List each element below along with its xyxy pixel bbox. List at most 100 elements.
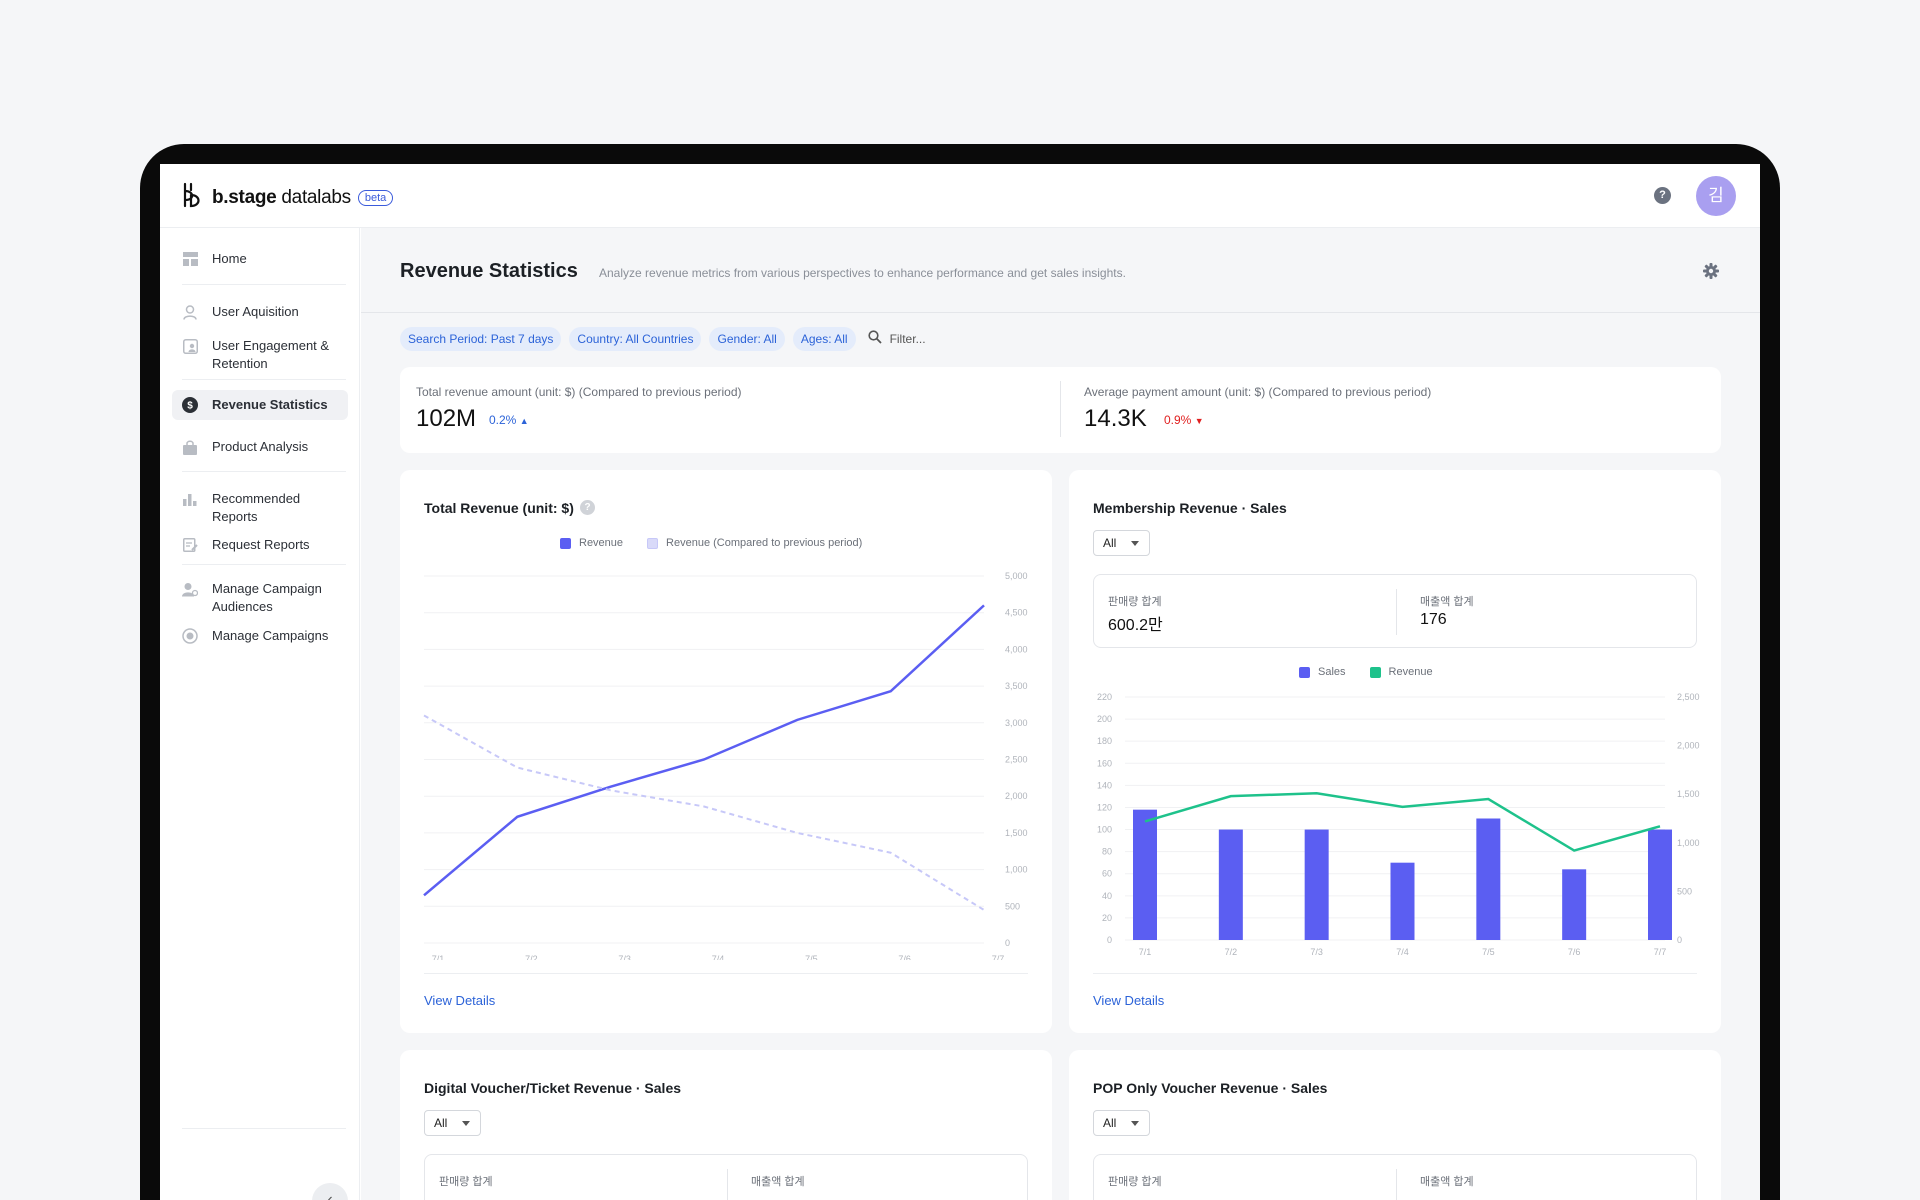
sidebar-item-label: Manage Campaign Audiences bbox=[212, 581, 322, 614]
avatar[interactable]: 김 bbox=[1696, 176, 1736, 216]
sales-bar bbox=[1562, 869, 1587, 940]
filter-bar: Search Period: Past 7 days Country: All … bbox=[400, 327, 926, 351]
left-y-tick-label: 120 bbox=[1097, 802, 1112, 812]
stat-divider bbox=[727, 1169, 728, 1200]
audience-icon bbox=[182, 581, 198, 597]
sidebar-item-user-engagement[interactable]: User Engagement & Retention bbox=[172, 331, 348, 379]
sales-bar bbox=[1304, 829, 1329, 940]
pop-filter-select[interactable]: All bbox=[1093, 1110, 1150, 1136]
filter-chip-ages[interactable]: Ages: All bbox=[792, 327, 856, 351]
sidebar-item-home[interactable]: Home bbox=[172, 244, 348, 274]
divider bbox=[182, 284, 346, 285]
filter-chip-country[interactable]: Country: All Countries bbox=[569, 327, 702, 351]
main-content: Revenue Statistics Analyze revenue metri… bbox=[361, 228, 1760, 1200]
x-tick-label: 7/6 bbox=[1568, 947, 1581, 957]
divider bbox=[182, 564, 346, 565]
membership-stats: 판매량 합계 600.2만 매출액 합계 176 bbox=[1093, 574, 1697, 648]
stat-label: 매출액 합계 bbox=[1420, 1176, 1474, 1188]
help-icon[interactable]: ? bbox=[1654, 187, 1671, 204]
page-title: Revenue Statistics bbox=[400, 260, 578, 282]
y-tick-label: 4,000 bbox=[1005, 644, 1028, 654]
x-tick-label: 7/4 bbox=[712, 954, 725, 960]
digital-stats: 판매량 합계 매출액 합계 bbox=[424, 1154, 1028, 1200]
target-icon bbox=[182, 628, 198, 644]
total-revenue-line-chart: 0 500 1,000 1,500 2,000 2,500 3,000 3,500 4,000 4… bbox=[423, 571, 1028, 960]
series-line-revenue bbox=[423, 604, 985, 897]
stat-value: 600.2만 bbox=[1108, 617, 1163, 634]
legend-item-revenue[interactable]: Revenue bbox=[1369, 666, 1433, 678]
collapse-sidebar-button[interactable]: ‹ bbox=[312, 1183, 348, 1200]
chevron-down-icon bbox=[1131, 541, 1139, 546]
divider bbox=[182, 471, 346, 472]
sidebar-item-user-aquisition[interactable]: User Aquisition bbox=[172, 297, 348, 327]
x-tick-label: 7/5 bbox=[1482, 947, 1495, 957]
right-y-tick-label: 0 bbox=[1677, 935, 1682, 945]
card-divider bbox=[424, 973, 1028, 974]
legend-item-revenue-compare[interactable]: Revenue (Compared to previous period) bbox=[647, 537, 862, 549]
stat-label: 매출액 합계 bbox=[1420, 596, 1474, 608]
x-tick-label: 7/6 bbox=[898, 954, 911, 960]
bag-icon bbox=[182, 439, 198, 455]
filter-chip-period[interactable]: Search Period: Past 7 days bbox=[400, 327, 562, 351]
y-tick-label: 3,500 bbox=[1005, 681, 1028, 691]
sidebar-item-recommended-reports[interactable]: Recommended Reports bbox=[172, 484, 348, 532]
pop-stats: 판매량 합계 매출액 합계 bbox=[1093, 1154, 1697, 1200]
total-revenue-card: Total Revenue (unit: $) ? Revenue Revenu… bbox=[400, 470, 1052, 1033]
left-y-tick-label: 200 bbox=[1097, 714, 1112, 724]
x-tick-label: 7/5 bbox=[805, 954, 818, 960]
sales-bar bbox=[1390, 862, 1415, 940]
stat-label: 매출액 합계 bbox=[751, 1176, 805, 1188]
logo[interactable]: b.stage datalabs beta bbox=[182, 182, 394, 213]
digital-filter-select[interactable]: All bbox=[424, 1110, 481, 1136]
sidebar-item-label: Manage Campaigns bbox=[212, 628, 329, 643]
sidebar-item-product-analysis[interactable]: Product Analysis bbox=[172, 432, 348, 462]
left-y-tick-label: 160 bbox=[1097, 758, 1112, 768]
stat-label: 판매량 합계 bbox=[1108, 1176, 1162, 1188]
sidebar-item-label: Home bbox=[212, 251, 247, 266]
chart-legend: Revenue Revenue (Compared to previous pe… bbox=[560, 537, 886, 549]
card-title: Digital Voucher/Ticket Revenue · Sales bbox=[424, 1080, 682, 1096]
x-tick-label: 7/2 bbox=[1225, 947, 1238, 957]
gear-icon[interactable] bbox=[1701, 261, 1721, 281]
kpi-total-delta: 0.2% ▲ bbox=[489, 413, 529, 427]
left-y-tick-label: 80 bbox=[1102, 847, 1112, 857]
sidebar-item-request-reports[interactable]: Request Reports bbox=[172, 530, 348, 560]
sidebar-item-manage-campaigns[interactable]: Manage Campaigns bbox=[172, 621, 348, 651]
right-y-tick-label: 2,000 bbox=[1677, 741, 1700, 751]
kpi-total-label: Total revenue amount (unit: $) (Compared… bbox=[416, 385, 742, 399]
x-tick-label: 7/1 bbox=[432, 954, 445, 960]
logo-icon bbox=[182, 182, 204, 213]
sidebar: Home User Aquisition User Engagement & R… bbox=[160, 228, 360, 1200]
logo-wordmark: b.stage datalabs bbox=[212, 186, 351, 208]
filter-input[interactable]: Filter... bbox=[890, 332, 926, 346]
x-tick-label: 7/2 bbox=[525, 954, 538, 960]
beta-badge: beta bbox=[357, 189, 394, 206]
user-retention-icon bbox=[182, 338, 198, 354]
legend-item-sales[interactable]: Sales bbox=[1299, 666, 1346, 678]
legend-item-revenue[interactable]: Revenue bbox=[560, 537, 623, 549]
y-tick-label: 3,000 bbox=[1005, 718, 1028, 728]
chart-legend: Sales Revenue bbox=[1299, 666, 1457, 678]
sidebar-item-label: User Engagement & Retention bbox=[212, 338, 330, 371]
view-details-link[interactable]: View Details bbox=[1093, 993, 1164, 1008]
chevron-down-icon bbox=[462, 1121, 470, 1126]
view-details-link[interactable]: View Details bbox=[424, 993, 495, 1008]
header-divider bbox=[361, 312, 1760, 313]
y-tick-label: 1,000 bbox=[1005, 865, 1028, 875]
filter-chip-gender[interactable]: Gender: All bbox=[709, 327, 785, 351]
chevron-down-icon bbox=[1131, 1121, 1139, 1126]
sidebar-item-revenue-statistics[interactable]: $ Revenue Statistics bbox=[172, 390, 348, 420]
help-icon[interactable]: ? bbox=[580, 500, 595, 515]
membership-filter-select[interactable]: All bbox=[1093, 530, 1150, 556]
right-y-tick-label: 1,000 bbox=[1677, 838, 1700, 848]
y-tick-label: 500 bbox=[1005, 901, 1020, 911]
user-icon bbox=[182, 304, 198, 320]
sidebar-item-label: Request Reports bbox=[212, 537, 310, 552]
membership-revenue-card: Membership Revenue · Sales All 판매량 합계 60… bbox=[1069, 470, 1721, 1033]
right-y-tick-label: 1,500 bbox=[1677, 789, 1700, 799]
x-tick-label: 7/7 bbox=[992, 954, 1005, 960]
card-title: POP Only Voucher Revenue · Sales bbox=[1093, 1080, 1328, 1096]
sidebar-item-manage-campaign-audiences[interactable]: Manage Campaign Audiences bbox=[172, 574, 348, 622]
left-y-tick-label: 0 bbox=[1107, 935, 1112, 945]
digital-voucher-card: Digital Voucher/Ticket Revenue · Sales A… bbox=[400, 1050, 1052, 1200]
